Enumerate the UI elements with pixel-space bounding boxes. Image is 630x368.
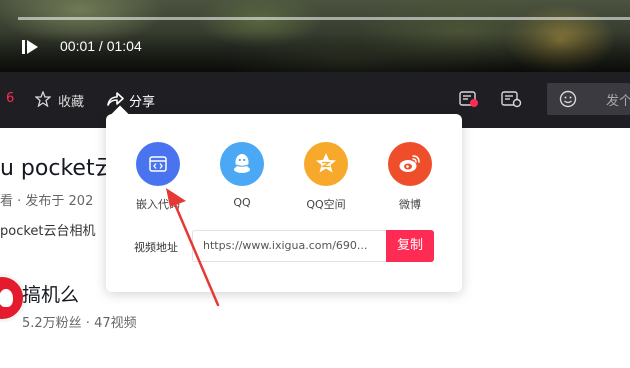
time-display: 00:01 / 01:04 (60, 38, 142, 54)
share-icon[interactable] (106, 90, 124, 108)
qq-icon (220, 142, 264, 186)
share-embed-code[interactable]: 嵌入代码 (123, 142, 193, 212)
weibo-icon (388, 142, 432, 186)
channel-stats: 5.2万粉丝 · 47视频 (22, 316, 137, 331)
share-weibo[interactable]: 微博 (375, 142, 445, 212)
comment-input[interactable]: 发个 (547, 83, 630, 115)
star-icon[interactable] (35, 91, 51, 107)
share-button[interactable]: 分享 (129, 91, 155, 110)
url-label: 视频地址 (134, 241, 178, 254)
video-meta: 看 · 发布于 202 (0, 194, 94, 209)
report-icon[interactable] (459, 90, 479, 108)
settings-icon[interactable] (501, 90, 523, 108)
video-tag[interactable]: pocket云台相机 (0, 220, 96, 239)
embed-code-icon (136, 142, 180, 186)
share-weibo-label: 微博 (399, 198, 421, 211)
share-embed-label: 嵌入代码 (136, 198, 180, 211)
likes-count[interactable]: 6 (6, 91, 14, 106)
video-url-field[interactable]: https://www.ixigua.com/690... (192, 230, 386, 262)
video-player[interactable]: 00:01 / 01:04 (0, 0, 630, 72)
emoji-icon[interactable] (559, 90, 577, 108)
play-pause-icon[interactable] (22, 40, 38, 54)
favorite-button[interactable]: 收藏 (58, 91, 84, 110)
progress-bar[interactable] (18, 17, 630, 20)
comment-placeholder: 发个 (606, 94, 630, 109)
share-qq[interactable]: QQ (207, 142, 277, 209)
qzone-star-icon (304, 142, 348, 186)
share-qzone-label: QQ空间 (306, 198, 346, 211)
copy-button[interactable]: 复制 (386, 230, 434, 262)
video-title: u pocket云 (0, 156, 117, 181)
share-qzone[interactable]: QQ空间 (291, 142, 361, 212)
channel-name[interactable]: 搞机么 (22, 280, 79, 307)
share-popup: 嵌入代码 QQ QQ空间 微博 视频地址 https://www.ixigua.… (106, 114, 462, 292)
share-qq-label: QQ (233, 196, 251, 209)
